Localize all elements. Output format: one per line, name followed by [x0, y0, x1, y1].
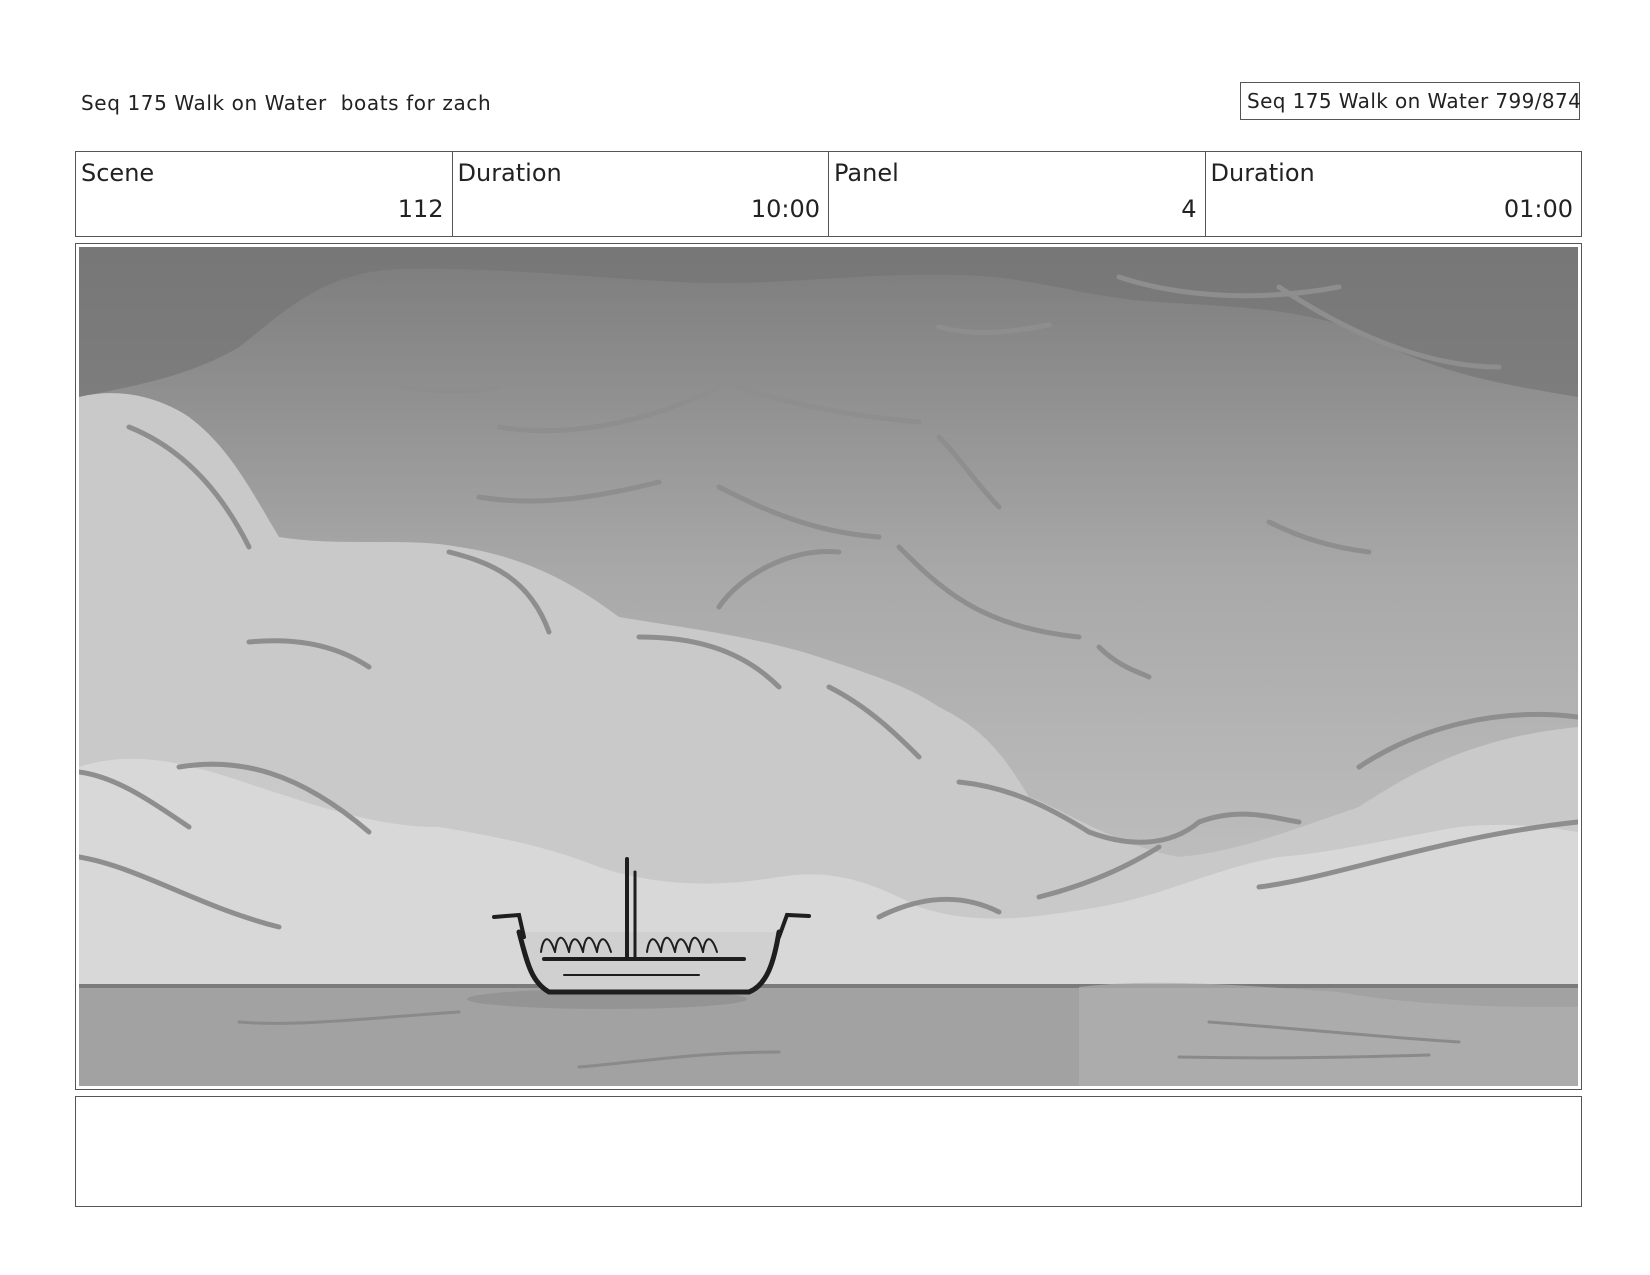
panel-value: 4 — [1181, 195, 1197, 223]
panel-duration-label: Duration — [1210, 159, 1315, 187]
panel-info-table: Scene 112 Duration 10:00 Panel 4 Duratio… — [75, 151, 1582, 237]
sequence-title: Seq 175 Walk on Water boats for zach — [81, 91, 492, 115]
scene-duration-label: Duration — [457, 159, 562, 187]
scene-label: Scene — [81, 159, 155, 187]
panel-notes-box[interactable] — [75, 1096, 1582, 1207]
scene-duration-value: 10:00 — [750, 195, 820, 223]
scene-cell: Scene 112 — [76, 152, 453, 236]
panel-duration-value: 01:00 — [1503, 195, 1573, 223]
storyboard-panel-image — [79, 247, 1578, 1086]
page-counter: Seq 175 Walk on Water 799/874 — [1240, 82, 1581, 120]
scene-duration-cell: Duration 10:00 — [453, 152, 829, 236]
panel-label: Panel — [834, 159, 899, 187]
scene-value: 112 — [397, 195, 444, 223]
panel-duration-cell: Duration 01:00 — [1206, 152, 1582, 236]
panel-cell: Panel 4 — [829, 152, 1206, 236]
